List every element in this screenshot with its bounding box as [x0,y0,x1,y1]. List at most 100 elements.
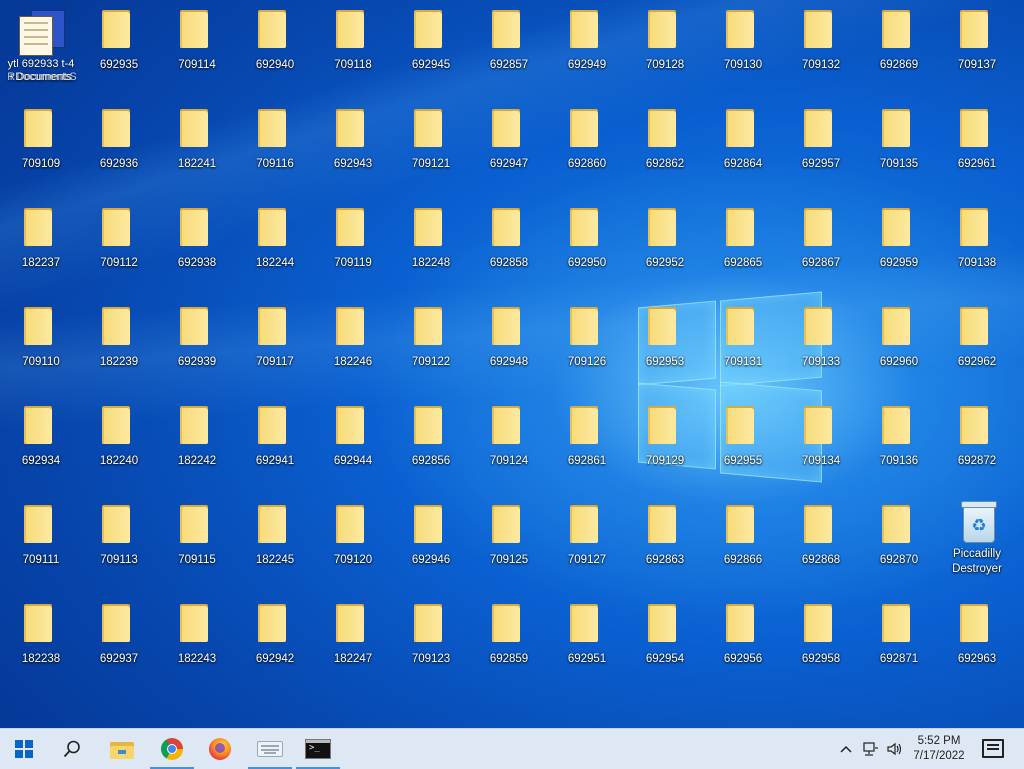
desktop-folder-icon[interactable]: 709124 [470,400,548,499]
desktop-folder-icon[interactable]: 692958 [782,598,860,697]
taskbar-chrome[interactable] [148,729,196,769]
desktop-folder-icon[interactable]: 692866 [704,499,782,598]
desktop-folder-icon[interactable]: 692944 [314,400,392,499]
desktop-folder-icon[interactable]: 692941 [236,400,314,499]
desktop-folder-icon[interactable]: 709138 [938,202,1016,301]
desktop-folder-icon[interactable]: 692859 [470,598,548,697]
desktop-folder-icon[interactable]: 692940 [236,4,314,103]
desktop-folder-icon[interactable]: 692858 [470,202,548,301]
taskbar-command-prompt[interactable] [294,729,342,769]
desktop-folder-icon[interactable]: 709114 [158,4,236,103]
volume-button[interactable] [884,729,906,769]
desktop-folder-icon[interactable]: 709134 [782,400,860,499]
desktop-folder-icon[interactable]: 692946 [392,499,470,598]
desktop-folder-icon[interactable]: 182240 [80,400,158,499]
desktop-folder-icon[interactable]: 709119 [314,202,392,301]
desktop-folder-icon[interactable]: 692863 [626,499,704,598]
taskbar-clock[interactable]: 5:52 PM 7/17/2022 [906,729,972,769]
desktop-folder-icon[interactable]: 692949 [548,4,626,103]
desktop-folder-icon[interactable]: 709131 [704,301,782,400]
desktop-folder-icon[interactable]: 182245 [236,499,314,598]
desktop-folder-icon[interactable]: 692872 [938,400,1016,499]
desktop-folder-icon[interactable]: 709116 [236,103,314,202]
desktop-folder-icon[interactable]: 709112 [80,202,158,301]
desktop-folder-icon[interactable]: 709109 [2,103,80,202]
desktop-folder-icon[interactable]: 709127 [548,499,626,598]
desktop-folder-icon[interactable]: 692938 [158,202,236,301]
desktop-folder-icon[interactable]: 692952 [626,202,704,301]
desktop-folder-icon[interactable]: 182239 [80,301,158,400]
desktop-folder-icon[interactable]: 709125 [470,499,548,598]
desktop-folder-icon[interactable]: 709113 [80,499,158,598]
desktop-folder-icon[interactable]: 709111 [2,499,80,598]
desktop-folder-icon[interactable]: 692864 [704,103,782,202]
desktop-folder-icon[interactable]: 709126 [548,301,626,400]
desktop-folder-icon[interactable]: 709122 [392,301,470,400]
desktop-folder-icon[interactable]: 182243 [158,598,236,697]
desktop-folder-icon[interactable]: 692856 [392,400,470,499]
desktop-folder-icon[interactable]: 692857 [470,4,548,103]
desktop-folder-icon[interactable]: 182247 [314,598,392,697]
taskbar-file-explorer[interactable] [98,729,146,769]
desktop-folder-icon[interactable]: 182238 [2,598,80,697]
desktop-folder-icon[interactable]: 692942 [236,598,314,697]
desktop-folder-icon[interactable]: 692955 [704,400,782,499]
taskbar-on-screen-keyboard[interactable] [246,729,294,769]
desktop-folder-icon[interactable]: 709128 [626,4,704,103]
desktop-folder-icon[interactable]: 692860 [548,103,626,202]
desktop-folder-icon[interactable]: 692937 [80,598,158,697]
desktop-folder-icon[interactable]: 692951 [548,598,626,697]
desktop-folder-icon[interactable]: 709110 [2,301,80,400]
desktop-folder-icon[interactable]: 692939 [158,301,236,400]
desktop-folder-icon[interactable]: 692861 [548,400,626,499]
desktop-folder-icon[interactable]: 692953 [626,301,704,400]
network-button[interactable] [860,729,882,769]
desktop-folder-icon[interactable]: 692954 [626,598,704,697]
desktop-folder-icon[interactable]: 692935 [80,4,158,103]
desktop-folder-icon[interactable]: 709118 [314,4,392,103]
desktop-folder-icon[interactable]: 692867 [782,202,860,301]
desktop-folder-icon[interactable]: 692945 [392,4,470,103]
desktop-folder-icon[interactable]: 182241 [158,103,236,202]
desktop-folder-icon[interactable]: 709120 [314,499,392,598]
desktop-folder-icon[interactable]: 692961 [938,103,1016,202]
desktop-folder-icon[interactable]: 182242 [158,400,236,499]
desktop-folder-icon[interactable]: 692950 [548,202,626,301]
desktop-folder-icon[interactable]: 692957 [782,103,860,202]
desktop-folder-icon[interactable]: 709115 [158,499,236,598]
notification-center-icon[interactable] [982,739,1004,758]
desktop-folder-icon[interactable]: 709117 [236,301,314,400]
desktop-folder-icon[interactable]: 709123 [392,598,470,697]
desktop-folder-icon[interactable]: 692947 [470,103,548,202]
desktop-folder-icon[interactable]: 692959 [860,202,938,301]
show-hidden-icons-button[interactable] [836,729,856,769]
desktop-folder-icon[interactable]: 182246 [314,301,392,400]
desktop-folder-icon[interactable]: 692962 [938,301,1016,400]
desktop-folder-icon[interactable]: 692934 [2,400,80,499]
desktop-folder-icon[interactable]: 692948 [470,301,548,400]
desktop-folder-icon[interactable]: 692960 [860,301,938,400]
desktop-folder-icon[interactable]: 692870 [860,499,938,598]
desktop-folder-icon[interactable]: 709137 [938,4,1016,103]
desktop-folder-icon[interactable]: 692871 [860,598,938,697]
desktop-folder-icon[interactable]: 692943 [314,103,392,202]
desktop-folder-icon[interactable]: 709129 [626,400,704,499]
taskbar-firefox[interactable] [196,729,244,769]
desktop-folder-icon[interactable]: 692936 [80,103,158,202]
desktop-folder-icon[interactable]: 709132 [782,4,860,103]
desktop-folder-icon[interactable]: 182244 [236,202,314,301]
desktop-folder-icon[interactable]: 692956 [704,598,782,697]
desktop-folder-icon[interactable]: 182237 [2,202,80,301]
desktop-folder-icon[interactable]: 692862 [626,103,704,202]
desktop-folder-icon[interactable]: 709136 [860,400,938,499]
desktop-folder-icon[interactable]: 692865 [704,202,782,301]
desktop-folder-icon[interactable]: 709121 [392,103,470,202]
desktop-folder-icon[interactable]: 692868 [782,499,860,598]
desktop-folder-icon[interactable]: 709130 [704,4,782,103]
desktop-folder-icon[interactable]: 182248 [392,202,470,301]
desktop-folder-icon[interactable]: 709135 [860,103,938,202]
desktop-icon-recycle-bin[interactable]: ♻ Piccadilly Destroyer [938,499,1016,598]
desktop-folder-icon[interactable]: 692963 [938,598,1016,697]
desktop-icon-documents-app[interactable]: ytl 692933 t-4 r Documents RDocuments S [2,4,80,103]
start-button[interactable] [0,729,48,769]
